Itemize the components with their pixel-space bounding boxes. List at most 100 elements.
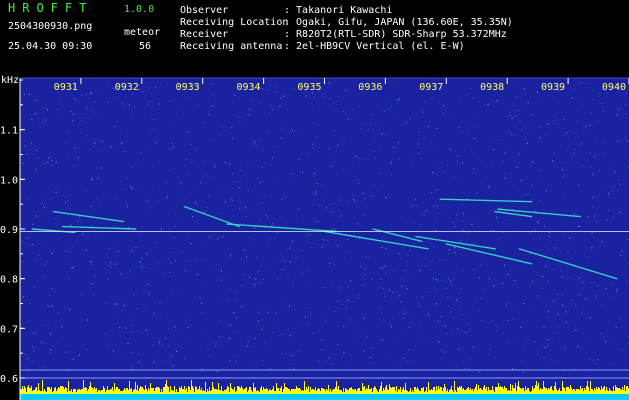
noise-speck	[89, 119, 91, 120]
noise-speck	[268, 113, 270, 115]
noise-speck	[588, 358, 590, 360]
noise-speck	[269, 104, 271, 106]
power-bar	[209, 387, 210, 394]
power-bar	[162, 392, 163, 394]
power-bar	[186, 388, 187, 394]
power-bar	[187, 392, 188, 394]
noise-speck	[50, 332, 52, 334]
noise-speck	[493, 285, 495, 287]
power-bar	[523, 388, 524, 394]
power-bar	[210, 391, 211, 394]
x-tick-label: 0936	[358, 82, 382, 93]
noise-speck	[571, 97, 573, 99]
noise-speck	[165, 259, 167, 261]
power-bar	[113, 391, 114, 394]
noise-speck	[451, 284, 453, 286]
noise-speck	[44, 206, 45, 208]
noise-speck	[171, 355, 172, 357]
noise-speck	[91, 260, 93, 262]
noise-speck	[452, 221, 454, 223]
noise-speck	[375, 140, 377, 142]
noise-speck	[441, 350, 443, 351]
power-bar	[339, 390, 340, 394]
noise-speck	[177, 329, 179, 331]
noise-speck	[292, 173, 294, 175]
power-bar	[386, 385, 387, 394]
noise-speck	[416, 259, 418, 261]
noise-speck	[273, 146, 275, 148]
noise-speck	[120, 142, 122, 144]
noise-speck	[61, 113, 63, 115]
power-bar	[236, 391, 237, 394]
power-bar	[470, 388, 471, 394]
noise-speck	[427, 126, 429, 128]
noise-speck	[73, 165, 75, 167]
noise-speck	[391, 326, 393, 328]
noise-speck	[548, 236, 550, 237]
noise-speck	[576, 110, 578, 112]
noise-speck	[411, 206, 413, 207]
noise-speck	[520, 180, 522, 181]
noise-speck	[148, 284, 150, 285]
noise-speck	[560, 244, 562, 245]
noise-speck	[188, 233, 190, 235]
noise-speck	[409, 118, 411, 120]
noise-speck	[542, 276, 544, 277]
power-bar	[250, 387, 251, 394]
noise-speck	[93, 293, 95, 295]
noise-speck	[461, 239, 463, 241]
noise-speck	[40, 259, 42, 261]
power-bar	[332, 390, 333, 394]
noise-speck	[85, 371, 87, 373]
power-bar	[137, 385, 138, 394]
noise-speck	[316, 220, 318, 222]
noise-speck	[362, 192, 364, 194]
power-bar	[132, 392, 133, 394]
noise-speck	[50, 352, 52, 354]
noise-speck	[604, 337, 606, 339]
power-bar	[457, 387, 458, 394]
noise-speck	[112, 350, 114, 352]
power-bar	[193, 388, 194, 394]
power-bar	[460, 387, 461, 394]
power-bar	[494, 392, 495, 394]
power-bar	[414, 387, 415, 394]
power-bar	[287, 388, 288, 394]
power-bar	[207, 389, 208, 394]
noise-speck	[535, 210, 537, 212]
noise-speck	[391, 174, 393, 176]
noise-speck	[511, 117, 513, 119]
noise-speck	[459, 308, 461, 310]
power-bar	[391, 388, 392, 394]
noise-speck	[174, 326, 176, 328]
noise-speck	[209, 236, 211, 238]
noise-speck	[605, 288, 607, 290]
power-bar	[496, 387, 497, 394]
power-bar	[421, 388, 422, 394]
power-bar	[506, 388, 507, 394]
noise-speck	[476, 301, 478, 302]
noise-speck	[326, 361, 328, 363]
noise-speck	[420, 331, 422, 333]
power-bar	[147, 391, 148, 394]
noise-speck	[47, 261, 49, 263]
power-bar	[625, 391, 626, 394]
power-bar	[324, 389, 325, 394]
power-bar	[526, 390, 527, 394]
power-bar	[118, 389, 119, 394]
power-bar	[562, 381, 563, 394]
power-bar	[37, 391, 38, 394]
noise-speck	[124, 304, 125, 306]
power-bar	[497, 387, 498, 394]
power-bar	[129, 381, 130, 394]
power-bar	[194, 392, 195, 394]
noise-speck	[86, 134, 88, 136]
noise-speck	[492, 319, 494, 321]
noise-speck	[183, 135, 185, 137]
noise-speck	[221, 270, 222, 272]
noise-speck	[100, 167, 102, 169]
power-bar	[440, 387, 441, 394]
noise-speck	[338, 287, 340, 289]
noise-speck	[65, 306, 67, 308]
noise-speck	[185, 159, 187, 160]
